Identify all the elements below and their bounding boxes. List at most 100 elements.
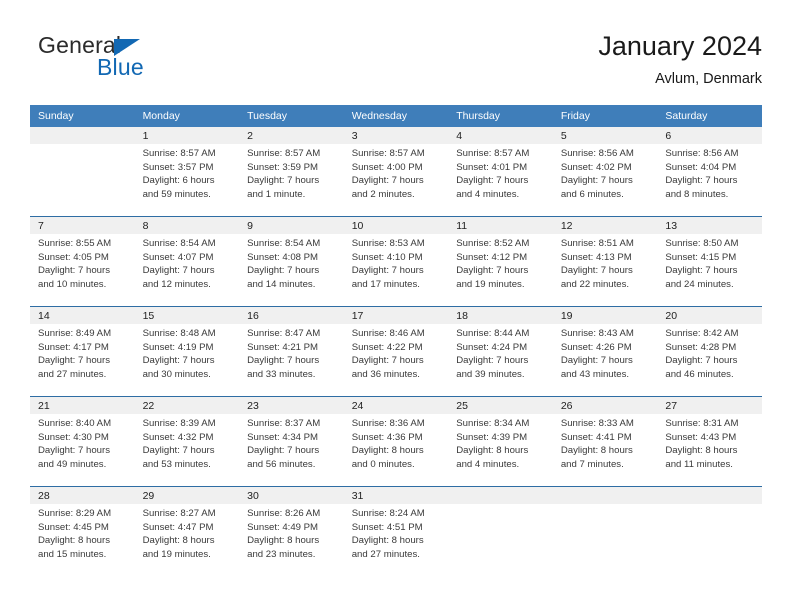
daylight-text-line1: Daylight: 7 hours <box>247 265 320 277</box>
day-details: Sunrise: 8:26 AM Sunset: 4:49 PM Daylight:… <box>239 504 344 561</box>
calendar-day-cell[interactable]: 8 Sunrise: 8:54 AM Sunset: 4:07 PM Daylight… <box>134 216 240 307</box>
calendar-day-cell[interactable]: 21 Sunrise: 8:40 AM Sunset: 4:30 PM Dayligh… <box>30 396 135 487</box>
day-number: 12 <box>552 217 658 234</box>
daylight-text-line2: and 15 minutes. <box>38 548 107 560</box>
day-cell-content: 26 Sunrise: 8:33 AM Sunset: 4:41 PM Dayligh… <box>552 397 658 486</box>
calendar-day-cell[interactable]: 14 Sunrise: 8:49 AM Sunset: 4:17 PM Dayligh… <box>30 306 135 397</box>
day-details: Sunrise: 8:57 AM Sunset: 3:59 PM Daylight:… <box>239 144 344 201</box>
calendar-day-cell[interactable]: 9 Sunrise: 8:54 AM Sunset: 4:08 PM Daylight… <box>239 216 344 307</box>
calendar-day-cell[interactable]: 11 Sunrise: 8:52 AM Sunset: 4:12 PM Dayligh… <box>448 216 553 307</box>
calendar-day-cell[interactable]: 3 Sunrise: 8:57 AM Sunset: 4:00 PM Daylight… <box>343 127 449 217</box>
day-cell-content: 23 Sunrise: 8:37 AM Sunset: 4:34 PM Dayligh… <box>239 397 344 486</box>
sunrise-text: Sunrise: 8:53 AM <box>351 238 425 249</box>
daylight-text-line2: and 17 minutes. <box>351 278 420 290</box>
calendar-day-cell[interactable] <box>30 127 135 217</box>
day-details: Sunrise: 8:24 AM Sunset: 4:51 PM Daylight:… <box>344 504 449 561</box>
calendar-day-cell[interactable]: 29 Sunrise: 8:27 AM Sunset: 4:47 PM Dayligh… <box>134 486 240 576</box>
calendar-body: 1 Sunrise: 8:57 AM Sunset: 3:57 PM Daylight… <box>30 127 762 576</box>
calendar-day-cell[interactable]: 30 Sunrise: 8:26 AM Sunset: 4:49 PM Dayligh… <box>239 486 344 576</box>
day-details: Sunrise: 8:34 AM Sunset: 4:39 PM Daylight:… <box>448 414 553 471</box>
calendar-day-cell[interactable]: 31 Sunrise: 8:24 AM Sunset: 4:51 PM Dayligh… <box>343 486 449 576</box>
calendar-day-cell[interactable]: 5 Sunrise: 8:56 AM Sunset: 4:02 PM Daylight… <box>552 127 658 217</box>
calendar-page: General Blue January 2024 Avlum, Denmark… <box>0 0 792 612</box>
day-cell-empty <box>552 487 658 576</box>
sunrise-text: Sunrise: 8:26 AM <box>247 508 321 519</box>
day-number <box>657 487 762 504</box>
calendar-day-cell[interactable]: 24 Sunrise: 8:36 AM Sunset: 4:36 PM Dayligh… <box>343 396 449 487</box>
daylight-text-line2: and 1 minute. <box>247 188 306 200</box>
general-blue-logo[interactable]: General Blue <box>38 32 298 94</box>
daylight-text-line1: Daylight: 7 hours <box>351 265 424 277</box>
daylight-text-line2: and 14 minutes. <box>247 278 316 290</box>
daylight-text-line2: and 22 minutes. <box>560 278 630 290</box>
day-number: 8 <box>134 217 240 234</box>
day-cell-content: 2 Sunrise: 8:57 AM Sunset: 3:59 PM Daylight… <box>239 127 344 216</box>
daylight-text-line1: Daylight: 7 hours <box>351 355 424 367</box>
calendar-day-cell[interactable]: 4 Sunrise: 8:57 AM Sunset: 4:01 PM Daylight… <box>448 127 553 217</box>
day-cell-content: 14 Sunrise: 8:49 AM Sunset: 4:17 PM Dayligh… <box>30 307 135 396</box>
weekday-header-friday: Friday <box>552 105 658 127</box>
calendar-day-cell[interactable]: 13 Sunrise: 8:50 AM Sunset: 4:15 PM Dayligh… <box>657 216 762 307</box>
calendar-day-cell[interactable]: 25 Sunrise: 8:34 AM Sunset: 4:39 PM Dayligh… <box>448 396 553 487</box>
sunrise-text: Sunrise: 8:57 AM <box>456 148 530 159</box>
calendar-week-row: 28 Sunrise: 8:29 AM Sunset: 4:45 PM Dayligh… <box>30 486 762 576</box>
sunset-text: Sunset: 4:04 PM <box>665 161 737 173</box>
calendar-day-cell[interactable]: 26 Sunrise: 8:33 AM Sunset: 4:41 PM Dayligh… <box>552 396 658 487</box>
daylight-text-line2: and 19 minutes. <box>456 278 525 290</box>
calendar-day-cell[interactable]: 16 Sunrise: 8:47 AM Sunset: 4:21 PM Dayligh… <box>239 306 344 397</box>
sunrise-text: Sunrise: 8:57 AM <box>247 148 321 159</box>
day-details: Sunrise: 8:36 AM Sunset: 4:36 PM Daylight:… <box>344 414 449 471</box>
day-details: Sunrise: 8:33 AM Sunset: 4:41 PM Daylight:… <box>553 414 658 471</box>
day-number: 11 <box>448 217 553 234</box>
day-number: 5 <box>552 127 658 144</box>
calendar-day-cell[interactable] <box>552 486 658 576</box>
calendar-day-cell[interactable]: 28 Sunrise: 8:29 AM Sunset: 4:45 PM Dayligh… <box>30 486 135 576</box>
day-details: Sunrise: 8:43 AM Sunset: 4:26 PM Daylight:… <box>553 324 658 381</box>
calendar-day-cell[interactable]: 22 Sunrise: 8:39 AM Sunset: 4:32 PM Dayligh… <box>134 396 240 487</box>
calendar-day-cell[interactable]: 18 Sunrise: 8:44 AM Sunset: 4:24 PM Dayligh… <box>448 306 553 397</box>
calendar-day-cell[interactable] <box>448 486 553 576</box>
calendar-day-cell[interactable]: 2 Sunrise: 8:57 AM Sunset: 3:59 PM Daylight… <box>239 127 344 217</box>
day-details: Sunrise: 8:27 AM Sunset: 4:47 PM Daylight:… <box>135 504 240 561</box>
sunset-text: Sunset: 4:28 PM <box>665 341 737 353</box>
sunset-text: Sunset: 4:21 PM <box>247 341 319 353</box>
calendar-day-cell[interactable]: 15 Sunrise: 8:48 AM Sunset: 4:19 PM Dayligh… <box>134 306 240 397</box>
day-number: 16 <box>239 307 344 324</box>
calendar-day-cell[interactable]: 23 Sunrise: 8:37 AM Sunset: 4:34 PM Dayligh… <box>239 396 344 487</box>
daylight-text-line1: Daylight: 7 hours <box>247 175 320 187</box>
day-number: 28 <box>30 487 135 504</box>
sunrise-text: Sunrise: 8:50 AM <box>665 238 739 249</box>
day-details <box>30 144 135 147</box>
calendar-day-cell[interactable]: 10 Sunrise: 8:53 AM Sunset: 4:10 PM Dayligh… <box>343 216 449 307</box>
calendar-day-cell[interactable]: 12 Sunrise: 8:51 AM Sunset: 4:13 PM Dayligh… <box>552 216 658 307</box>
sunrise-text: Sunrise: 8:37 AM <box>247 418 321 429</box>
day-number: 14 <box>30 307 135 324</box>
daylight-text-line1: Daylight: 7 hours <box>560 265 633 277</box>
daylight-text-line2: and 24 minutes. <box>665 278 734 290</box>
day-number: 18 <box>448 307 553 324</box>
calendar-day-cell[interactable] <box>657 486 762 576</box>
calendar-day-cell[interactable]: 27 Sunrise: 8:31 AM Sunset: 4:43 PM Dayligh… <box>657 396 762 487</box>
calendar-day-cell[interactable]: 20 Sunrise: 8:42 AM Sunset: 4:28 PM Dayligh… <box>657 306 762 397</box>
sunset-text: Sunset: 4:01 PM <box>456 161 528 173</box>
calendar-day-cell[interactable]: 7 Sunrise: 8:55 AM Sunset: 4:05 PM Daylight… <box>30 216 135 307</box>
sunset-text: Sunset: 4:32 PM <box>142 431 214 443</box>
daylight-text-line1: Daylight: 7 hours <box>247 445 320 457</box>
sunrise-text: Sunrise: 8:31 AM <box>665 418 739 429</box>
sunset-text: Sunset: 4:45 PM <box>38 521 109 533</box>
daylight-text-line1: Daylight: 8 hours <box>351 445 424 457</box>
day-details: Sunrise: 8:39 AM Sunset: 4:32 PM Daylight:… <box>135 414 240 471</box>
calendar-day-cell[interactable]: 19 Sunrise: 8:43 AM Sunset: 4:26 PM Dayligh… <box>552 306 658 397</box>
calendar-day-cell[interactable]: 1 Sunrise: 8:57 AM Sunset: 3:57 PM Daylight… <box>134 127 240 217</box>
calendar-day-cell[interactable]: 6 Sunrise: 8:56 AM Sunset: 4:04 PM Daylight… <box>657 127 762 217</box>
sunset-text: Sunset: 4:39 PM <box>456 431 528 443</box>
day-cell-content: 19 Sunrise: 8:43 AM Sunset: 4:26 PM Dayligh… <box>552 307 658 396</box>
calendar-grid: Sunday Monday Tuesday Wednesday Thursday… <box>30 105 762 576</box>
sunset-text: Sunset: 3:59 PM <box>247 161 319 173</box>
weekday-header-wednesday: Wednesday <box>343 105 449 127</box>
day-cell-content: 30 Sunrise: 8:26 AM Sunset: 4:49 PM Dayligh… <box>239 487 344 576</box>
day-number: 1 <box>134 127 240 144</box>
day-number: 31 <box>343 487 449 504</box>
day-cell-content: 20 Sunrise: 8:42 AM Sunset: 4:28 PM Dayligh… <box>657 307 762 396</box>
calendar-day-cell[interactable]: 17 Sunrise: 8:46 AM Sunset: 4:22 PM Dayligh… <box>343 306 449 397</box>
